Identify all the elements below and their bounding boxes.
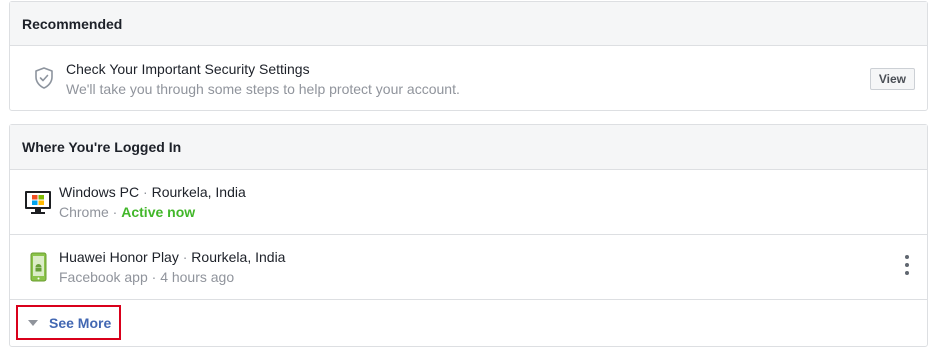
dot: [905, 263, 909, 267]
device-row-windows-pc[interactable]: Windows PC · Rourkela, India Chrome · Ac…: [10, 170, 927, 235]
logged-in-header: Where You're Logged In: [10, 125, 927, 170]
device-subtitle: Chrome · Active now: [59, 204, 195, 220]
dot: [905, 255, 909, 259]
separator: ·: [178, 249, 192, 265]
device-title: Windows PC · Rourkela, India: [59, 184, 246, 200]
more-options-icon[interactable]: [903, 255, 911, 275]
security-settings-title: Check Your Important Security Settings: [66, 61, 310, 77]
security-settings-item: Check Your Important Security Settings W…: [10, 46, 927, 110]
caret-down-icon: [28, 319, 38, 326]
desktop-windows-icon: [25, 191, 51, 214]
device-name: Huawei Honor Play: [59, 249, 179, 265]
device-app: Facebook app: [59, 269, 148, 285]
device-location: Rourkela, India: [151, 184, 246, 200]
separator: ·: [139, 184, 152, 200]
android-phone-icon: [30, 252, 47, 282]
device-subtitle: Facebook app · 4 hours ago: [59, 269, 234, 285]
separator: ·: [108, 204, 122, 220]
device-location: Rourkela, India: [191, 249, 286, 265]
shield-check-icon: [35, 67, 53, 89]
device-app: Chrome: [59, 204, 109, 220]
device-title: Huawei Honor Play · Rourkela, India: [59, 249, 285, 265]
recommended-header: Recommended: [10, 2, 927, 46]
recommended-panel: Recommended Check Your Important Securit…: [9, 1, 928, 111]
view-button[interactable]: View: [869, 68, 915, 90]
security-settings-subtitle: We'll take you through some steps to hel…: [66, 81, 460, 97]
see-more-button[interactable]: See More: [16, 305, 121, 340]
device-row-huawei-honor-play[interactable]: Huawei Honor Play · Rourkela, India Face…: [10, 235, 927, 300]
see-more-label: See More: [49, 314, 112, 331]
separator: ·: [147, 269, 161, 285]
device-last-active: 4 hours ago: [160, 269, 235, 285]
device-status-active: Active now: [121, 204, 196, 220]
dot: [905, 271, 909, 275]
see-more-row: See More: [10, 300, 927, 346]
device-name: Windows PC: [59, 184, 140, 200]
logged-in-panel: Where You're Logged In Windows PC · Rour…: [9, 124, 928, 347]
